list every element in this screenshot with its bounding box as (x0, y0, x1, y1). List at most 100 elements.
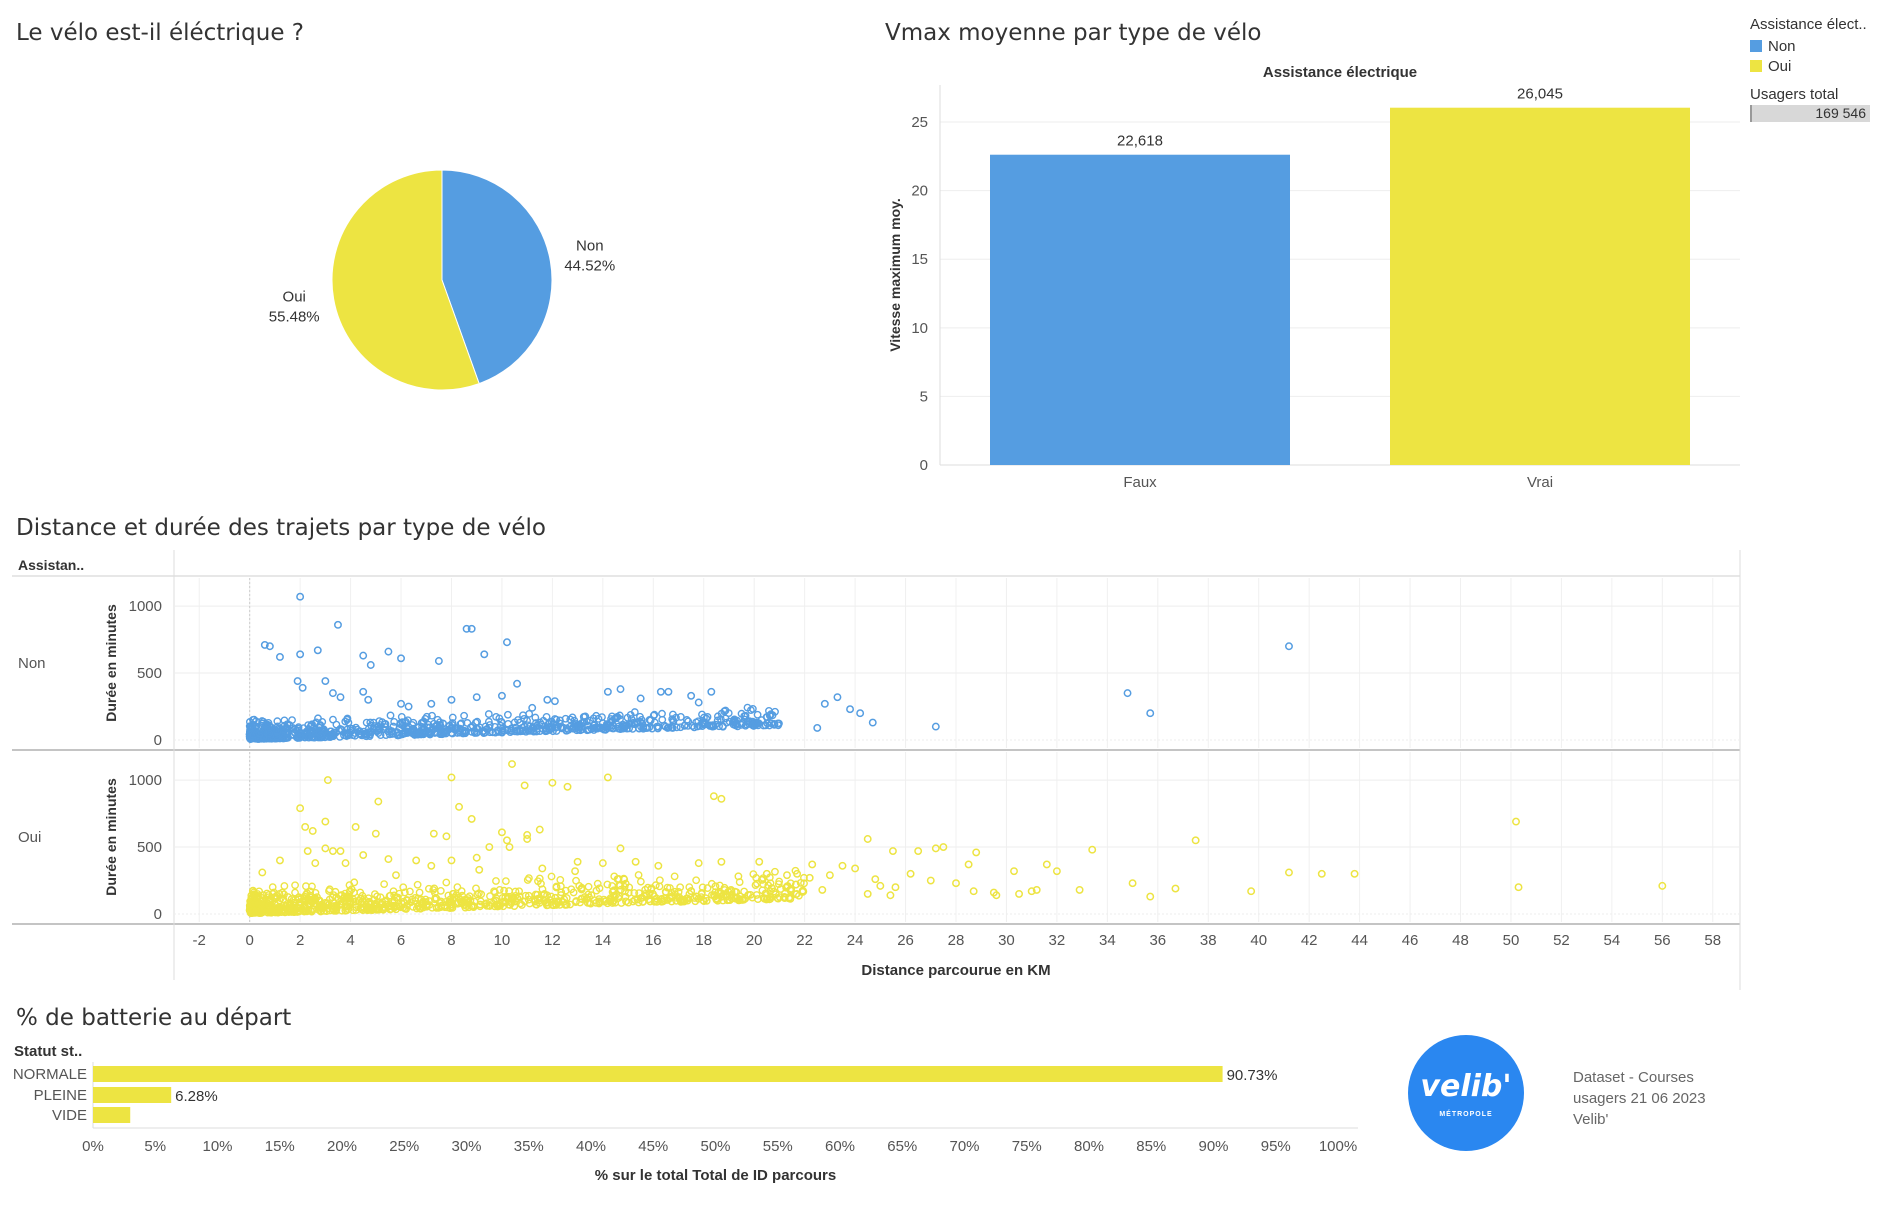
scatter-xtick: 12 (544, 932, 561, 949)
scatter-xtick: 4 (346, 932, 354, 949)
scatter-xtick: 10 (494, 932, 511, 949)
logo-subtext: MÉTROPOLE (1439, 1111, 1493, 1118)
scatter-point (871, 875, 880, 884)
scatter-xtick: 22 (796, 932, 813, 949)
legend-items: Non Oui (1750, 36, 1880, 76)
scatter-ytick: 1000 (129, 598, 162, 615)
scatter-point (543, 695, 552, 704)
scatter-xtick: 26 (897, 932, 914, 949)
battery-xtick: 55% (763, 1138, 793, 1155)
battery-xtick: 30% (451, 1138, 481, 1155)
scatter-point (1171, 884, 1180, 893)
scatter-point (636, 877, 645, 886)
scatter-point (838, 861, 847, 870)
scatter-point (442, 832, 451, 841)
legend-swatch (1750, 40, 1762, 52)
scatter-point (563, 782, 572, 791)
scatter-point (846, 705, 855, 714)
scatter-point (503, 836, 511, 845)
scatter-point (670, 872, 679, 881)
scatter-point (328, 689, 337, 698)
total-value: 169 546 (1815, 105, 1866, 121)
scatter-point (694, 698, 703, 707)
battery-xtick: 50% (700, 1138, 730, 1155)
battery-bar-normale (93, 1066, 1223, 1082)
scatter-point (656, 687, 665, 696)
pie-chart: Non 44.52% Oui 55.48% (269, 169, 615, 391)
vmax-xtick: Vrai (1527, 474, 1553, 491)
scatter-point (1350, 869, 1359, 878)
scatter-point (654, 861, 663, 870)
scatter-point (484, 710, 493, 718)
scatter-point (547, 872, 556, 881)
scatter-point (1146, 892, 1155, 901)
scatter-point (1317, 869, 1326, 878)
scatter-point (1247, 887, 1256, 896)
scatter-ylabel: Durée en minutes (103, 778, 119, 896)
battery-bar-label: 90.73% (1227, 1067, 1278, 1084)
legend-item-non[interactable]: Non (1750, 36, 1880, 56)
scatter-point (492, 877, 500, 885)
scatter-point (820, 699, 829, 708)
scatter-point (636, 694, 645, 703)
scatter-ytick: 0 (154, 906, 162, 923)
scatter-point (467, 814, 476, 823)
legend-item-oui[interactable]: Oui (1750, 56, 1880, 76)
scatter-xtick: 20 (746, 932, 763, 949)
scatter-xtick: 24 (847, 932, 864, 949)
battery-xtick: 60% (825, 1138, 855, 1155)
scatter-point (634, 871, 643, 879)
scatter-point (413, 880, 422, 889)
scatter-point (275, 856, 284, 865)
scatter-point (573, 857, 582, 866)
legend-swatch (1750, 60, 1762, 72)
vmax-title: Vmax moyenne par type de vélo (885, 20, 1262, 46)
vmax-bar-chart: Assistance électrique 0 5 10 15 20 25 Vitesse m… (887, 64, 1740, 491)
scatter-point (341, 859, 350, 868)
scatter-point (707, 687, 716, 696)
scatter-point (556, 876, 565, 884)
scatter-point (311, 859, 320, 868)
scatter-ytick: 0 (154, 732, 162, 749)
scatter-point (753, 710, 762, 719)
scatter-point (501, 877, 510, 886)
scatter-point (1015, 889, 1024, 898)
scatter-point (808, 860, 817, 869)
scatter-point (603, 687, 612, 696)
logo-text: velib' (1420, 1069, 1512, 1104)
battery-xtick: 85% (1136, 1138, 1166, 1155)
scatter-xlabel: Distance parcourue en KM (861, 962, 1050, 979)
scatter-point (1285, 642, 1293, 651)
scatter-point (1075, 885, 1084, 894)
scatter-point (434, 657, 443, 665)
legend-label: Non (1768, 37, 1796, 55)
vmax-ytick: 5 (920, 388, 928, 405)
scatter-point (631, 857, 640, 866)
scatter-point (523, 831, 532, 839)
scatter-xtick: 34 (1099, 932, 1116, 949)
vmax-bar-label: 26,045 (1517, 86, 1563, 103)
scatter-point (258, 868, 267, 877)
scatter-point (914, 847, 923, 856)
battery-category-normale: NORMALE (13, 1066, 87, 1083)
scatter-xtick: 42 (1301, 932, 1318, 949)
scatter-point (301, 823, 310, 831)
scatter-point (472, 693, 481, 702)
scatter-point (436, 887, 445, 895)
scatter-xtick: 38 (1200, 932, 1217, 949)
battery-bar-vide (93, 1107, 131, 1123)
battery-xlabel: % sur le total Total de ID parcours (595, 1167, 836, 1184)
scatter-point (351, 823, 360, 831)
battery-row-header: Statut st.. (14, 1043, 82, 1060)
scatter-xtick: 44 (1351, 932, 1368, 949)
battery-xtick: 40% (576, 1138, 606, 1155)
scatter-point (455, 802, 464, 811)
scatter-xtick: 18 (695, 932, 712, 949)
battery-category-pleine: PLEINE (34, 1087, 87, 1104)
vmax-bar-label: 22,618 (1117, 133, 1163, 150)
scatter-point (692, 876, 701, 885)
scatter-point (359, 851, 368, 860)
scatter-point (412, 856, 421, 865)
scatter-point (1285, 868, 1293, 877)
scatter-point (771, 867, 779, 876)
